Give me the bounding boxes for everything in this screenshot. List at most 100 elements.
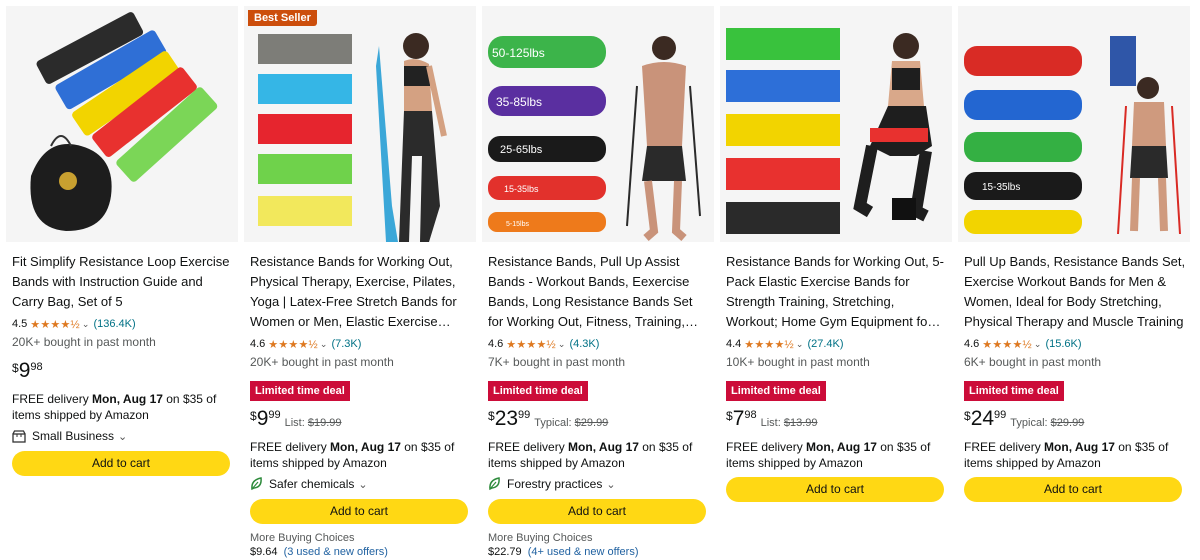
product-title[interactable]: Fit Simplify Resistance Loop Exercise Ba… xyxy=(12,252,234,312)
product-title[interactable]: Pull Up Bands, Resistance Bands Set, Exe… xyxy=(964,252,1186,332)
feature-label: Safer chemicals xyxy=(269,477,355,491)
price-fraction: 99 xyxy=(268,409,281,421)
delivery-info: FREE delivery Mon, Aug 17 on $35 of item… xyxy=(726,439,948,471)
band-label: 25-65lbs xyxy=(500,144,543,156)
delivery-date: Mon, Aug 17 xyxy=(330,440,401,454)
offers-link[interactable]: (4+ used & new offers) xyxy=(528,546,639,558)
band-label: 15-35lbs xyxy=(982,182,1020,193)
list-price-value: $29.99 xyxy=(1050,417,1085,429)
rating-row: 4.5 ★★★★½ ⌄ (136.4K) xyxy=(12,316,234,332)
product-card: 15-35lbs Pull Up Bands, Resistance Bands… xyxy=(958,6,1190,556)
chevron-down-icon[interactable]: ⌄ xyxy=(320,339,328,350)
price-whole: 24 xyxy=(970,407,995,430)
more-buying-choices: $22.79 (4+ used & new offers) xyxy=(488,546,710,558)
product-card: Fit Simplify Resistance Loop Exercise Ba… xyxy=(6,6,238,556)
feature-label: Small Business xyxy=(32,429,115,443)
more-buying-choices: $9.64 (3 used & new offers) xyxy=(250,546,472,558)
rating-row: 4.4 ★★★★½ ⌄ (27.4K) xyxy=(726,336,948,352)
limited-time-deal-badge: Limited time deal xyxy=(726,381,826,401)
bought-count: 20K+ bought in past month xyxy=(250,355,394,369)
more-choices-price: $22.79 xyxy=(488,546,522,558)
delivery-prefix: FREE delivery xyxy=(726,440,807,454)
price[interactable]: $ 7 98 List: $13.99 xyxy=(726,407,948,433)
review-count-link[interactable]: (27.4K) xyxy=(807,338,843,350)
chevron-down-icon[interactable]: ⌄ xyxy=(358,478,367,491)
product-image[interactable]: 50-125lbs 35-85lbs 25-65lbs 15-35lbs 5-1… xyxy=(482,6,714,242)
chevron-down-icon[interactable]: ⌄ xyxy=(606,478,615,491)
chevron-down-icon[interactable]: ⌄ xyxy=(558,339,566,350)
typical-price: Typical: $29.99 xyxy=(1010,417,1084,429)
list-price: List: $19.99 xyxy=(285,417,342,429)
rating-row: 4.6 ★★★★½ ⌄ (7.3K) xyxy=(250,336,472,352)
star-rating-icon[interactable]: ★★★★½ xyxy=(268,338,318,351)
price[interactable]: $ 9 99 List: $19.99 xyxy=(250,407,472,433)
chevron-down-icon[interactable]: ⌄ xyxy=(82,319,90,330)
product-image[interactable] xyxy=(720,6,952,242)
rating-value: 4.6 xyxy=(250,338,266,350)
delivery-info: FREE delivery Mon, Aug 17 on $35 of item… xyxy=(12,391,234,423)
price[interactable]: $ 24 99 Typical: $29.99 xyxy=(964,407,1186,433)
star-rating-icon[interactable]: ★★★★½ xyxy=(982,338,1032,351)
price-whole: 7 xyxy=(732,407,745,430)
price[interactable]: $ 23 99 Typical: $29.99 xyxy=(488,407,710,433)
list-label: List: xyxy=(760,417,781,429)
add-to-cart-button[interactable]: Add to cart xyxy=(726,477,944,502)
price-currency: $ xyxy=(12,361,19,375)
rating-value: 4.4 xyxy=(726,338,742,350)
chevron-down-icon[interactable]: ⌄ xyxy=(1034,339,1042,350)
sustainability-badge[interactable]: Forestry practices ⌄ xyxy=(488,475,710,493)
add-to-cart-button[interactable]: Add to cart xyxy=(250,499,468,524)
bought-count: 20K+ bought in past month xyxy=(12,335,156,349)
review-count-link[interactable]: (15.6K) xyxy=(1045,338,1081,350)
product-image[interactable]: Best Seller xyxy=(244,6,476,242)
rating-row: 4.6 ★★★★½ ⌄ (15.6K) xyxy=(964,336,1186,352)
small-business-badge[interactable]: Small Business ⌄ xyxy=(12,427,234,445)
band-label: 5-15lbs xyxy=(506,221,529,228)
product-image[interactable]: 15-35lbs xyxy=(958,6,1190,242)
sustainability-badge[interactable]: Safer chemicals ⌄ xyxy=(250,475,472,493)
band-label: 35-85lbs xyxy=(496,95,542,109)
add-to-cart-button[interactable]: Add to cart xyxy=(12,451,230,476)
product-title[interactable]: Resistance Bands, Pull Up Assist Bands -… xyxy=(488,252,710,332)
delivery-info: FREE delivery Mon, Aug 17 on $35 of item… xyxy=(488,439,710,471)
rating-row: 4.6 ★★★★½ ⌄ (4.3K) xyxy=(488,336,710,352)
typical-price: Typical: $29.99 xyxy=(534,417,608,429)
price[interactable]: $ 9 98 xyxy=(12,359,234,385)
list-price-value: $29.99 xyxy=(574,417,609,429)
star-rating-icon[interactable]: ★★★★½ xyxy=(506,338,556,351)
product-title[interactable]: Resistance Bands for Working Out, 5-Pack… xyxy=(726,252,948,332)
add-to-cart-button[interactable]: Add to cart xyxy=(488,499,706,524)
review-count-link[interactable]: (7.3K) xyxy=(331,338,361,350)
price-fraction: 99 xyxy=(518,409,531,421)
price-currency: $ xyxy=(964,409,971,423)
list-label: Typical: xyxy=(1010,417,1048,429)
product-image[interactable] xyxy=(6,6,238,242)
star-rating-icon[interactable]: ★★★★½ xyxy=(30,318,80,331)
price-currency: $ xyxy=(726,409,733,423)
product-title[interactable]: Resistance Bands for Working Out, Physic… xyxy=(250,252,472,332)
add-to-cart-button[interactable]: Add to cart xyxy=(964,477,1182,502)
delivery-prefix: FREE delivery xyxy=(964,440,1045,454)
chevron-down-icon[interactable]: ⌄ xyxy=(118,430,127,443)
price-currency: $ xyxy=(488,409,495,423)
star-rating-icon[interactable]: ★★★★½ xyxy=(744,338,794,351)
list-label: Typical: xyxy=(534,417,572,429)
chevron-down-icon[interactable]: ⌄ xyxy=(796,339,804,350)
price-whole: 23 xyxy=(494,407,519,430)
delivery-prefix: FREE delivery xyxy=(250,440,331,454)
delivery-info: FREE delivery Mon, Aug 17 on $35 of item… xyxy=(964,439,1186,471)
rating-value: 4.6 xyxy=(488,338,504,350)
rating-value: 4.6 xyxy=(964,338,980,350)
more-buying-choices-label: More Buying Choices xyxy=(250,532,355,544)
list-price: List: $13.99 xyxy=(761,417,818,429)
review-count-link[interactable]: (136.4K) xyxy=(93,318,135,330)
more-choices-price: $9.64 xyxy=(250,546,278,558)
delivery-date: Mon, Aug 17 xyxy=(92,392,163,406)
product-card: 50-125lbs 35-85lbs 25-65lbs 15-35lbs 5-1… xyxy=(482,6,714,558)
delivery-date: Mon, Aug 17 xyxy=(1044,440,1115,454)
offers-link[interactable]: (3 used & new offers) xyxy=(284,546,388,558)
store-icon xyxy=(12,429,26,443)
price-fraction: 99 xyxy=(994,409,1007,421)
review-count-link[interactable]: (4.3K) xyxy=(569,338,599,350)
leaf-icon xyxy=(250,477,263,491)
